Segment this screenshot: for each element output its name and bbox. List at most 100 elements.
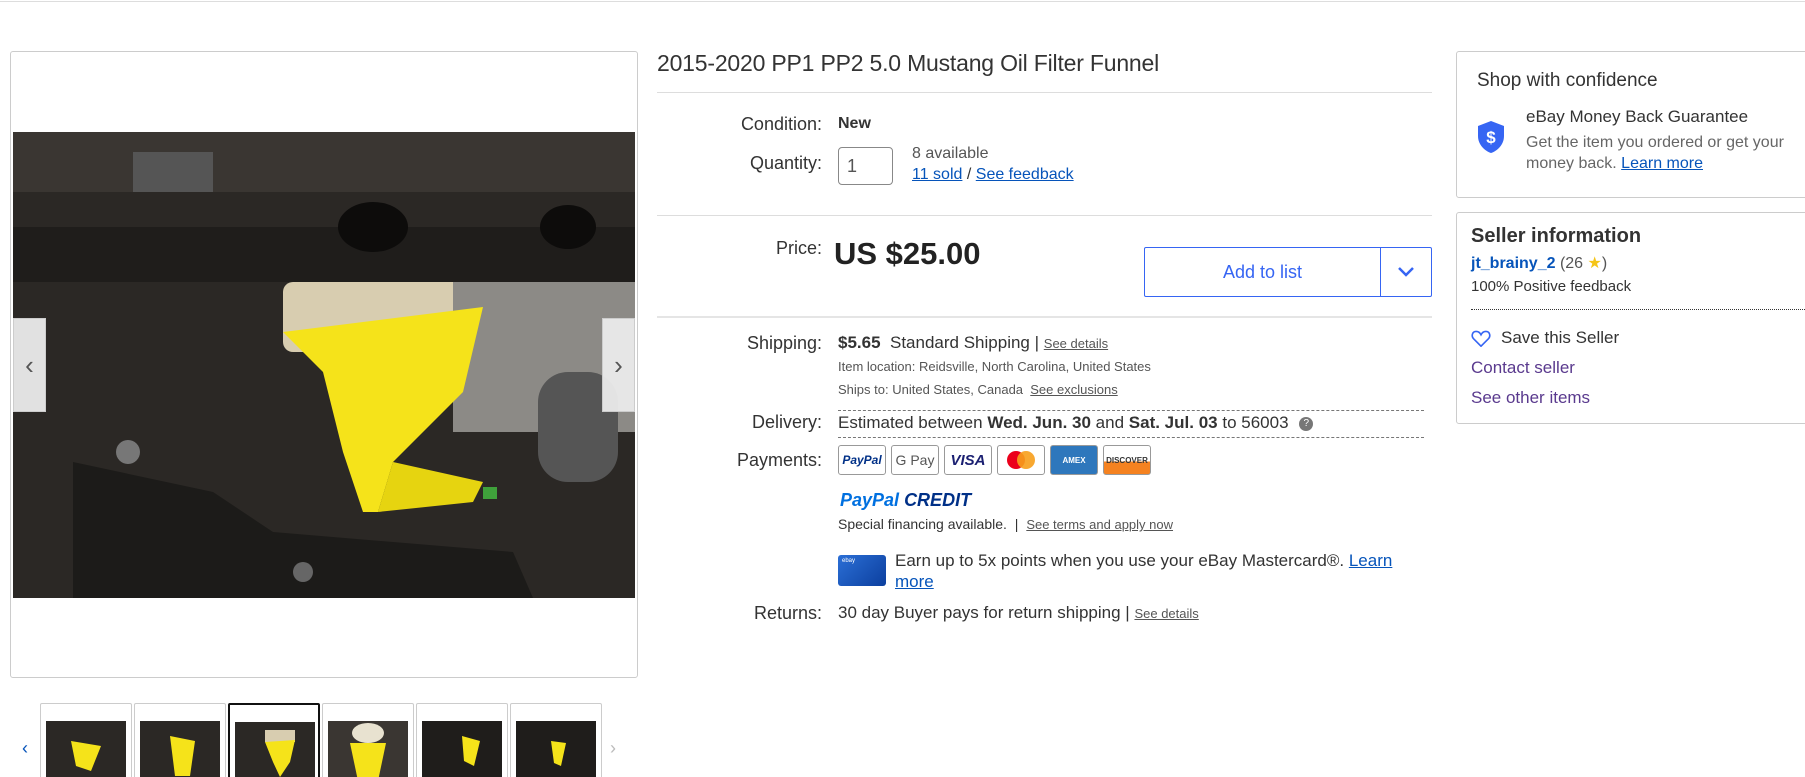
google-pay-icon: G Pay: [891, 445, 939, 475]
quantity-label: Quantity:: [749, 153, 822, 173]
chevron-left-icon: ‹: [25, 349, 34, 380]
shield-glyph: $: [1486, 128, 1496, 147]
panel-heading: Shop with confidence: [1477, 70, 1658, 91]
guarantee-title: eBay Money Back Guarantee: [1526, 107, 1749, 126]
mastercard-icon: [997, 445, 1045, 475]
delivery-start: Wed. Jun. 30: [987, 413, 1091, 432]
gallery-prev-button[interactable]: ‹: [13, 318, 46, 412]
gallery-next-button[interactable]: ›: [602, 318, 635, 412]
seller-name-line: jt_brainy_2 (26 ★): [1471, 253, 1607, 273]
seller-information-panel: Seller information jt_brainy_2 (26 ★) 10…: [1456, 212, 1805, 424]
mastercard-offer-text: Earn up to 5x points when you use your e…: [895, 551, 1345, 570]
panel-heading: Seller information: [1471, 225, 1642, 247]
delivery-end: Sat. Jul. 03: [1128, 413, 1218, 432]
paypal-credit-brand: PayPal: [840, 490, 900, 510]
ebay-mastercard-icon: ebay: [838, 555, 886, 586]
contact-seller-link[interactable]: Contact seller: [1471, 358, 1575, 378]
paypal-icon: PayPal: [838, 445, 886, 475]
seller-feedback: 100% Positive feedback: [1471, 278, 1632, 295]
shipping-method: Standard Shipping: [890, 333, 1030, 352]
help-icon[interactable]: ?: [1299, 416, 1314, 431]
image-gallery: ‹ ›: [10, 51, 638, 678]
condition-label: Condition:: [740, 114, 822, 134]
thumbnail[interactable]: [40, 703, 132, 777]
thumbnail-strip: ‹ ›: [18, 703, 638, 777]
thumbnail-active[interactable]: [228, 703, 320, 777]
star-icon: ★: [1587, 255, 1602, 272]
divider: [657, 215, 1432, 216]
shield-dollar-icon: $: [1478, 121, 1504, 153]
ships-to: Ships to: United States, Canada See excl…: [838, 382, 1118, 397]
separator: |: [1125, 603, 1130, 622]
see-other-items-link[interactable]: See other items: [1471, 388, 1590, 408]
seller-score-close: ): [1601, 255, 1608, 272]
delivery-estimate: Estimated between Wed. Jun. 30 and Sat. …: [838, 413, 1314, 433]
item-title: 2015-2020 PP1 PP2 5.0 Mustang Oil Filter…: [657, 50, 1160, 76]
returns-line: 30 day Buyer pays for return shipping | …: [838, 603, 1199, 623]
item-price: US $25.00: [834, 236, 981, 271]
paypal-credit-suffix: CREDIT: [904, 490, 972, 510]
shipping-label: Shipping:: [746, 333, 822, 353]
seller-score: (26: [1559, 255, 1584, 272]
seller-name-link[interactable]: jt_brainy_2: [1471, 255, 1555, 272]
financing-text: Special financing available.: [838, 516, 1007, 532]
thumbnail[interactable]: [322, 703, 414, 777]
divider: [838, 437, 1424, 438]
main-product-image[interactable]: [13, 132, 635, 598]
returns-details-link[interactable]: See details: [1134, 606, 1198, 621]
exclusions-link[interactable]: See exclusions: [1030, 382, 1117, 397]
guarantee-learn-more-link[interactable]: Learn more: [1621, 155, 1703, 172]
add-to-list-dropdown[interactable]: [1381, 248, 1431, 296]
quantity-input[interactable]: [838, 147, 893, 185]
shipping-details-link[interactable]: See details: [1044, 336, 1108, 351]
chevron-right-icon: ›: [614, 349, 623, 380]
heart-icon: [1471, 330, 1491, 347]
card-label: ebay: [842, 558, 856, 564]
price-label: Price:: [775, 238, 822, 258]
mastercard-offer: Earn up to 5x points when you use your e…: [895, 550, 1420, 592]
condition-value: New: [838, 115, 871, 132]
save-seller-label: Save this Seller: [1501, 328, 1620, 347]
feedback-link[interactable]: See feedback: [976, 166, 1074, 183]
separator: |: [1014, 516, 1019, 532]
save-seller-button[interactable]: Save this Seller: [1471, 328, 1619, 348]
ships-to-label: Ships to:: [838, 382, 889, 397]
returns-text: 30 day Buyer pays for return shipping: [838, 603, 1121, 622]
chevron-down-icon: [1398, 267, 1414, 277]
amex-icon: AMEX: [1050, 445, 1098, 475]
thumbnail[interactable]: [416, 703, 508, 777]
thumbnail-prev-icon[interactable]: ‹: [22, 738, 28, 759]
delivery-and: and: [1095, 413, 1125, 432]
divider: [657, 92, 1432, 93]
guarantee-text: Get the item you ordered or get your mon…: [1526, 132, 1801, 174]
payment-methods: PayPal G Pay VISA AMEX DISCOVER: [838, 445, 1151, 475]
terms-link[interactable]: See terms and apply now: [1026, 517, 1173, 532]
payments-label: Payments:: [736, 450, 822, 470]
ships-to-value: United States, Canada: [892, 382, 1024, 397]
divider: [657, 316, 1432, 318]
sold-link[interactable]: 11 sold: [912, 166, 962, 183]
thumbnail-next-icon[interactable]: ›: [610, 738, 616, 759]
divider: [838, 410, 1424, 411]
returns-label: Returns:: [753, 603, 822, 623]
add-to-list-button[interactable]: Add to list: [1145, 248, 1381, 296]
financing-line: Special financing available. | See terms…: [838, 516, 1173, 532]
shipping-cost: $5.65: [838, 333, 881, 352]
thumbnail[interactable]: [510, 703, 602, 777]
item-location: Item location: Reidsville, North Carolin…: [838, 359, 1151, 374]
item-location-label: Item location:: [838, 359, 916, 374]
shop-with-confidence-panel: Shop with confidence $ eBay Money Back G…: [1456, 51, 1805, 198]
paypal-credit-logo: PayPal CREDIT: [840, 490, 971, 511]
item-location-value: Reidsville, North Carolina, United State…: [918, 359, 1151, 374]
discover-icon: DISCOVER: [1103, 445, 1151, 475]
separator: |: [1034, 333, 1040, 352]
available-count: 8 available: [912, 145, 989, 162]
top-divider: [0, 0, 1805, 2]
add-to-list-control: Add to list: [1144, 247, 1432, 297]
sold-feedback: 11 sold / See feedback: [912, 166, 1074, 184]
visa-icon: VISA: [944, 445, 992, 475]
delivery-prefix: Estimated between: [838, 413, 983, 432]
thumbnail[interactable]: [134, 703, 226, 777]
separator: /: [966, 166, 972, 183]
delivery-label: Delivery:: [751, 412, 822, 432]
